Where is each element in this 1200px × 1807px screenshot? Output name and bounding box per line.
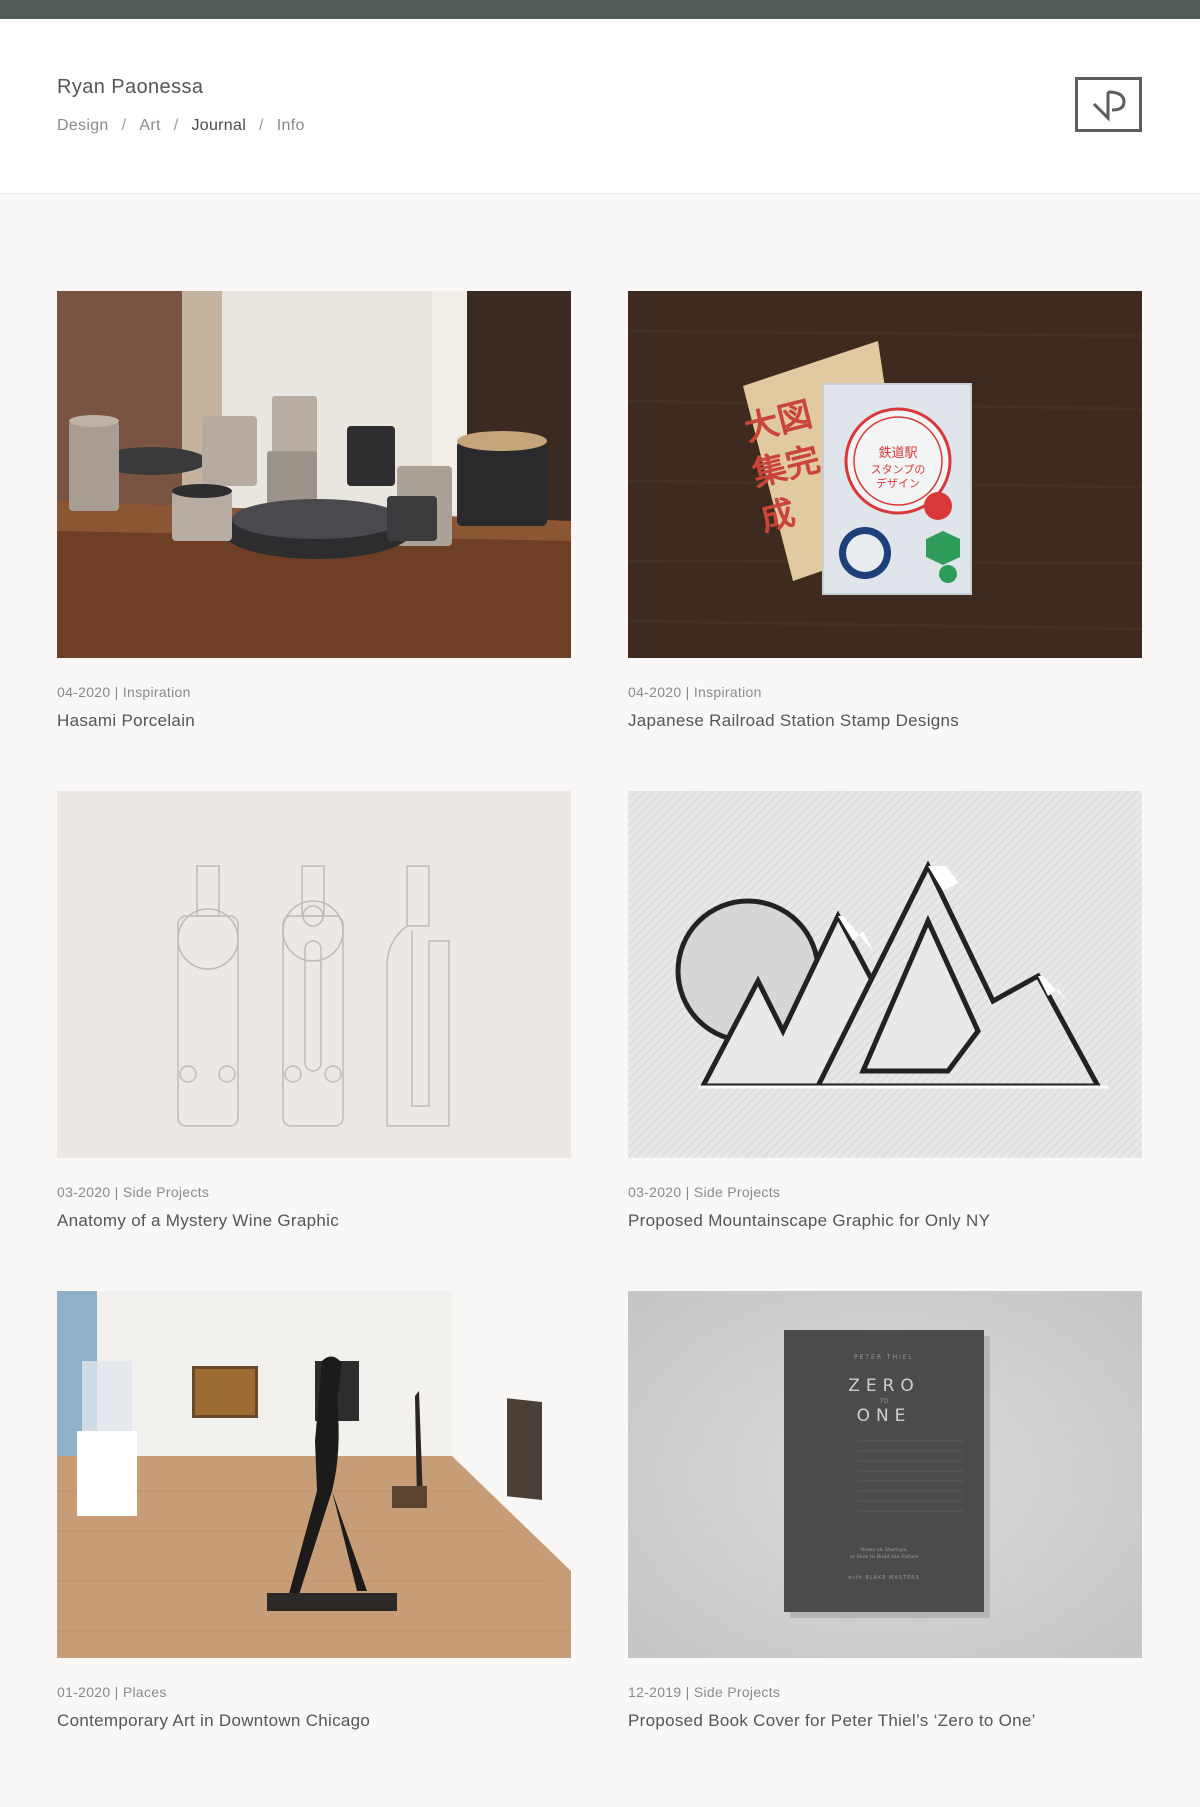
stamp-book-photo[interactable]: 大図 集完 成 鉄道駅 スタンプの デザイン (628, 291, 1142, 658)
porcelain-photo[interactable] (57, 291, 571, 658)
site-name[interactable]: Ryan Paonessa (57, 76, 203, 99)
post-title[interactable]: Hasami Porcelain (57, 707, 571, 734)
journal-card[interactable]: 03-2020 | Side Projects Proposed Mountai… (628, 791, 1142, 1234)
post-category[interactable]: Inspiration (123, 684, 191, 700)
mountainscape-graphic[interactable] (628, 791, 1142, 1158)
journal-card[interactable]: 大図 集完 成 鉄道駅 スタンプの デザイン 04-2020 | Inspira… (628, 291, 1142, 734)
post-category[interactable]: Side Projects (694, 1184, 780, 1200)
post-date: 04-2020 (57, 684, 111, 700)
nav-separator: / (259, 117, 264, 134)
gallery-photo[interactable] (57, 1291, 571, 1658)
book-title-mid: TO (879, 1398, 889, 1405)
post-title[interactable]: Proposed Book Cover for Peter Thiel’s ‘Z… (628, 1707, 1048, 1734)
journal-card[interactable]: 04-2020 | Inspiration Hasami Porcelain (57, 291, 571, 734)
svg-text:Notes on Startups,: Notes on Startups, (860, 1547, 908, 1553)
post-title[interactable]: Proposed Mountainscape Graphic for Only … (628, 1207, 1142, 1234)
post-title[interactable]: Contemporary Art in Downtown Chicago (57, 1707, 571, 1734)
post-category[interactable]: Side Projects (123, 1184, 209, 1200)
main-nav: Design / Art / Journal / Info (57, 117, 305, 135)
post-title[interactable]: Japanese Railroad Station Stamp Designs (628, 707, 1142, 734)
nav-item-journal[interactable]: Journal (191, 117, 246, 134)
svg-text:スタンプの: スタンプの (871, 463, 926, 476)
post-date: 03-2020 (57, 1184, 111, 1200)
svg-text:鉄道駅: 鉄道駅 (878, 446, 917, 461)
post-category[interactable]: Inspiration (694, 684, 762, 700)
post-category[interactable]: Places (123, 1684, 167, 1700)
post-meta: 12-2019 | Side Projects (628, 1684, 781, 1700)
book-title-line2: ONE (857, 1406, 912, 1426)
post-title[interactable]: Anatomy of a Mystery Wine Graphic (57, 1207, 571, 1234)
post-date: 01-2020 (57, 1684, 111, 1700)
post-meta: 03-2020 | Side Projects (57, 1184, 210, 1200)
post-meta: 04-2020 | Inspiration (628, 684, 762, 700)
svg-text:with BLAKE MASTERS: with BLAKE MASTERS (848, 1575, 920, 1581)
post-date: 12-2019 (628, 1684, 682, 1700)
nav-item-design[interactable]: Design (57, 117, 109, 134)
nav-separator: / (173, 117, 179, 134)
wine-bottles-graphic[interactable] (57, 791, 571, 1158)
site-header: Ryan Paonessa Design / Art / Journal / Info (0, 19, 1200, 194)
post-meta: 01-2020 | Places (57, 1684, 167, 1700)
book-title-line1: ZERO (848, 1376, 920, 1396)
rp-monogram-icon[interactable] (1075, 77, 1142, 132)
post-meta: 03-2020 | Side Projects (628, 1184, 781, 1200)
journal-card[interactable]: 03-2020 | Side Projects Anatomy of a Mys… (57, 791, 571, 1234)
post-category[interactable]: Side Projects (694, 1684, 780, 1700)
book-cover-mockup[interactable]: PETER THIEL ZERO TO ONE Notes on Startup… (628, 1291, 1142, 1658)
post-date: 04-2020 (628, 684, 682, 700)
book-author-text: PETER THIEL (854, 1354, 914, 1361)
top-bar (0, 0, 1200, 19)
svg-text:or How to Build the Future: or How to Build the Future (850, 1554, 919, 1560)
nav-item-info[interactable]: Info (277, 117, 305, 134)
journal-card[interactable]: 01-2020 | Places Contemporary Art in Dow… (57, 1291, 571, 1734)
svg-text:デザイン: デザイン (876, 476, 920, 490)
nav-separator: / (121, 117, 127, 134)
journal-card[interactable]: PETER THIEL ZERO TO ONE Notes on Startup… (628, 1291, 1142, 1734)
post-meta: 04-2020 | Inspiration (57, 684, 191, 700)
nav-item-art[interactable]: Art (139, 117, 160, 134)
post-date: 03-2020 (628, 1184, 682, 1200)
